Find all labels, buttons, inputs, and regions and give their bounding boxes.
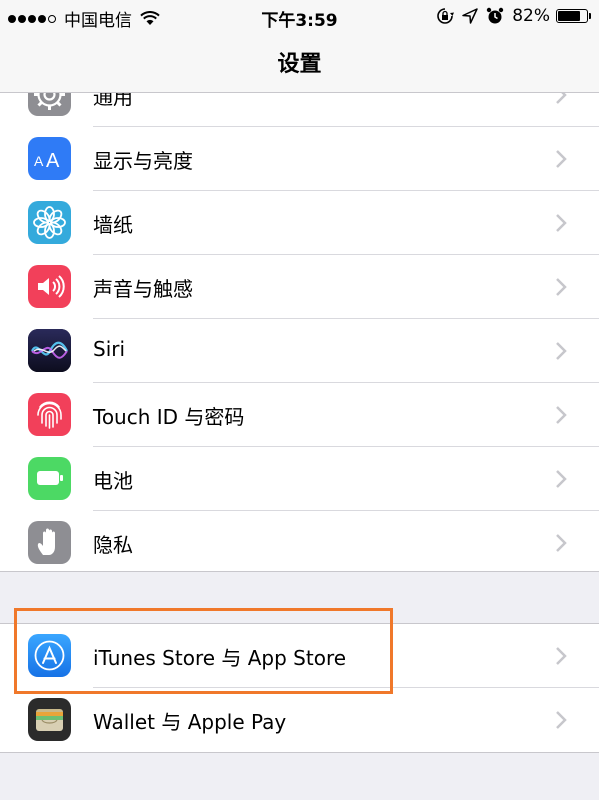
battery-percent: 82%	[512, 6, 550, 26]
settings-row-label: 电池	[93, 469, 133, 493]
chevron-right-icon	[556, 406, 567, 424]
settings-row-label: 墙纸	[93, 213, 133, 237]
chevron-right-icon	[556, 647, 567, 665]
wallpaper-flower-icon	[28, 201, 71, 244]
settings-row-sounds-haptics[interactable]: 声音与触感	[0, 255, 599, 319]
fingerprint-icon	[28, 393, 71, 436]
wallet-icon	[28, 698, 71, 741]
battery-icon	[28, 457, 71, 500]
hand-icon	[28, 521, 71, 564]
status-bar: 中国电信 下午3:59 82%	[0, 0, 599, 32]
settings-row-label: 声音与触感	[93, 277, 193, 301]
chevron-right-icon	[556, 711, 567, 729]
settings-row-label: Touch ID 与密码	[93, 405, 245, 429]
settings-group-1: 通用 A A 显示与亮度 墙纸 声音与触感 Siri Touch ID 与密码 …	[0, 63, 599, 572]
settings-row-label: 显示与亮度	[93, 149, 193, 173]
settings-row-wallpaper[interactable]: 墙纸	[0, 191, 599, 255]
settings-row-wallet-apple-pay[interactable]: Wallet 与 Apple Pay	[0, 688, 599, 752]
settings-row-label: Wallet 与 Apple Pay	[93, 710, 287, 734]
alarm-icon	[487, 7, 504, 24]
chevron-right-icon	[556, 278, 567, 296]
settings-row-privacy[interactable]: 隐私	[0, 511, 599, 575]
highlight-box	[14, 608, 393, 694]
chevron-right-icon	[556, 534, 567, 552]
chevron-right-icon	[556, 150, 567, 168]
settings-row-display-brightness[interactable]: A A 显示与亮度	[0, 127, 599, 191]
chevron-right-icon	[556, 342, 567, 360]
svg-text:A: A	[46, 150, 60, 172]
chevron-right-icon	[556, 470, 567, 488]
settings-row-touch-id-passcode[interactable]: Touch ID 与密码	[0, 383, 599, 447]
siri-icon	[28, 329, 71, 372]
settings-row-label: 隐私	[93, 533, 133, 557]
battery-indicator-icon	[556, 9, 588, 23]
display-brightness-icon: A A	[28, 137, 71, 180]
settings-row-battery[interactable]: 电池	[0, 447, 599, 511]
settings-row-siri[interactable]: Siri	[0, 319, 599, 383]
page-title: 设置	[277, 52, 322, 77]
status-right: 82%	[436, 6, 591, 26]
location-icon	[462, 8, 478, 24]
rotation-lock-icon	[437, 8, 455, 24]
navigation-bar: 设置	[0, 32, 599, 93]
speaker-icon	[28, 265, 71, 308]
svg-text:A: A	[34, 153, 44, 169]
settings-row-label: Siri	[93, 337, 126, 361]
chevron-right-icon	[556, 214, 567, 232]
